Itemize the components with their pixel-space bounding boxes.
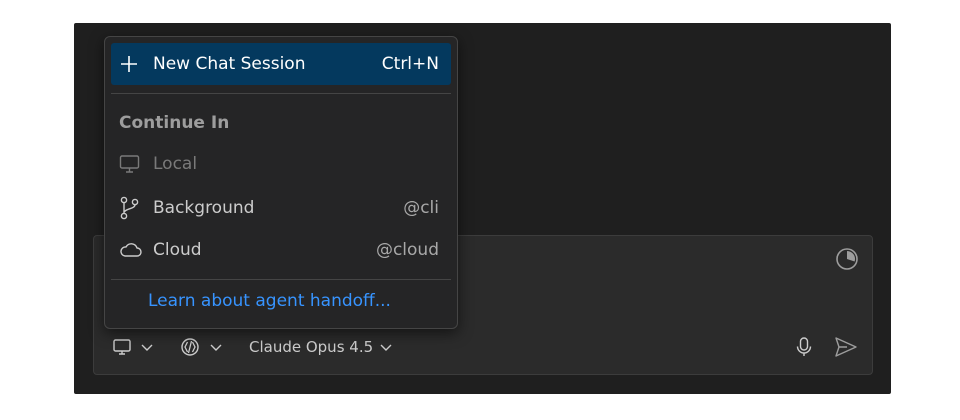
cloud-label: Cloud xyxy=(153,240,202,260)
model-label: Claude Opus 4.5 xyxy=(249,338,374,356)
new-chat-shortcut: Ctrl+N xyxy=(381,54,439,74)
agent-mode-picker[interactable] xyxy=(179,332,223,362)
session-dropdown-menu: New Chat Session Ctrl+N Continue In Loca… xyxy=(104,36,458,329)
microphone-button[interactable] xyxy=(794,332,814,362)
continue-in-header: Continue In xyxy=(119,113,230,133)
agent-mode-icon xyxy=(179,337,201,357)
chevron-down-icon xyxy=(379,340,393,354)
send-button[interactable] xyxy=(834,332,858,362)
session-target-picker[interactable] xyxy=(112,332,154,362)
cloud-shortcut: @cloud xyxy=(375,240,439,260)
learn-agent-handoff-link[interactable]: Learn about agent handoff... xyxy=(148,291,391,311)
background-label: Background xyxy=(153,198,255,218)
menu-separator xyxy=(111,93,451,94)
context-usage-icon[interactable] xyxy=(834,246,860,272)
chevron-down-icon xyxy=(140,340,154,354)
new-chat-session-item[interactable]: New Chat Session Ctrl+N xyxy=(111,43,451,85)
monitor-icon xyxy=(112,337,132,357)
source-control-icon xyxy=(119,196,145,220)
cloud-icon xyxy=(119,239,145,261)
local-label: Local xyxy=(153,154,198,174)
continue-local-item: Local xyxy=(111,143,451,185)
monitor-icon xyxy=(119,153,145,175)
background-shortcut: @cli xyxy=(403,198,439,218)
new-chat-session-label: New Chat Session xyxy=(153,54,306,74)
microphone-icon xyxy=(794,336,814,358)
continue-cloud-item[interactable]: Cloud @cloud xyxy=(111,229,451,271)
model-picker[interactable]: Claude Opus 4.5 xyxy=(249,332,393,362)
chat-input-toolbar: Claude Opus 4.5 xyxy=(94,332,872,362)
plus-icon xyxy=(119,53,145,75)
continue-background-item[interactable]: Background @cli xyxy=(111,187,451,229)
chevron-down-icon xyxy=(209,340,223,354)
send-icon xyxy=(834,336,858,358)
menu-separator xyxy=(111,279,451,280)
